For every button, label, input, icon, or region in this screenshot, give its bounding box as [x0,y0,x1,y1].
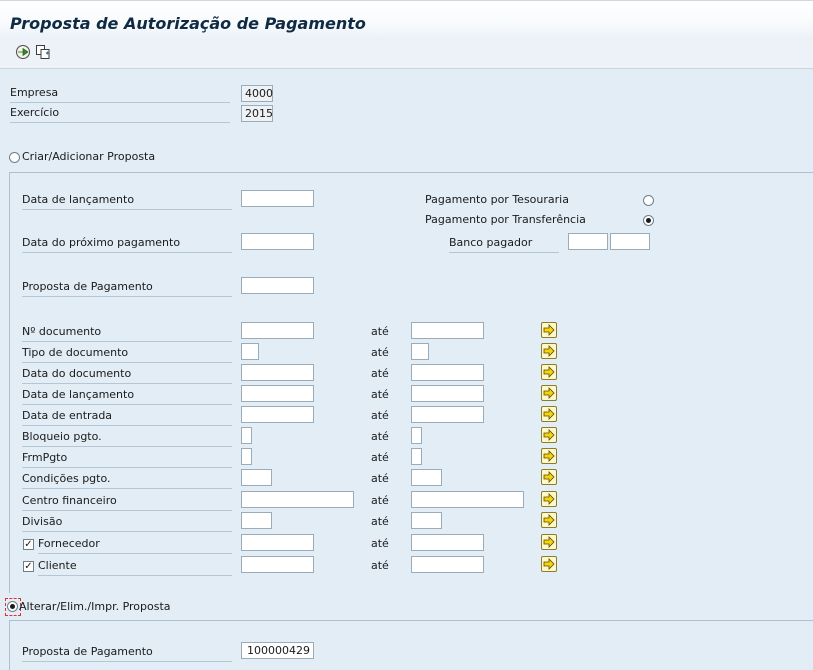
data-lancamento-label: Data de lançamento [22,193,232,210]
range-to-field[interactable] [411,406,484,423]
pag-tesouraria-radio[interactable] [643,195,654,206]
range-to-label: até [371,430,389,443]
multiple-selection-arrow-icon[interactable] [541,385,557,401]
multiple-selection-arrow-icon[interactable] [541,448,557,464]
range-to-field[interactable] [411,556,484,573]
pag-transferencia-label: Pagamento por Transferência [425,213,586,226]
range-from-field[interactable] [241,534,314,551]
multiple-selection-arrow-icon[interactable] [541,512,557,528]
range-to-label: até [371,559,389,572]
range-row-label: Data do documento [22,367,232,384]
range-row-label: Data de entrada [22,409,232,426]
range-row-label: Fornecedor [38,537,232,554]
empresa-field[interactable]: 4000 [241,85,273,102]
range-to-field[interactable] [411,385,484,402]
proposta-pag-2-label: Proposta de Pagamento [22,645,232,662]
range-from-field[interactable] [241,364,314,381]
proposta-pag-2-field[interactable]: 100000429 [241,642,314,659]
multiple-selection-arrow-icon[interactable] [541,491,557,507]
range-row-label: Nº documento [22,325,232,342]
range-to-label: até [371,346,389,359]
range-to-field[interactable] [411,534,484,551]
range-row-label: Condições pgto. [22,472,232,489]
proposta-pag-field[interactable] [241,277,314,294]
pag-transferencia-radio[interactable] [643,215,654,226]
empresa-label: Empresa [10,86,230,103]
banco-pagador-field-2[interactable] [610,233,650,250]
range-from-field[interactable] [241,491,354,508]
data-lancamento-field[interactable] [241,190,314,207]
range-from-field[interactable] [241,406,314,423]
range-row-label: Bloqueio pgto. [22,430,232,447]
range-to-field[interactable] [411,512,442,529]
range-to-label: até [371,409,389,422]
change-proposal-radio[interactable] [7,601,18,612]
range-row-checkbox[interactable]: ✓ [23,561,34,572]
change-proposal-label: Alterar/Elim./Impr. Proposta [19,600,171,613]
data-prox-pag-field[interactable] [241,233,314,250]
range-to-field[interactable] [411,364,484,381]
execute-icon[interactable] [15,44,33,62]
range-row-label: Cliente [38,559,232,576]
create-proposal-radio[interactable] [9,152,20,163]
range-to-field[interactable] [411,491,524,508]
range-row-checkbox[interactable]: ✓ [23,539,34,550]
range-to-field[interactable] [411,427,422,444]
multiple-selection-arrow-icon[interactable] [541,322,557,338]
banco-pagador-field-1[interactable] [568,233,608,250]
multiple-selection-arrow-icon[interactable] [541,364,557,380]
proposta-pag-label: Proposta de Pagamento [22,280,232,297]
range-to-label: até [371,494,389,507]
range-row-label: FrmPgto [22,451,232,468]
range-from-field[interactable] [241,556,314,573]
range-from-field[interactable] [241,469,272,486]
exercicio-label: Exercício [10,106,230,123]
range-to-label: até [371,388,389,401]
range-from-field[interactable] [241,427,252,444]
range-to-label: até [371,472,389,485]
range-row-label: Tipo de documento [22,346,232,363]
range-row-label: Divisão [22,515,232,532]
range-to-label: até [371,451,389,464]
range-to-label: até [371,367,389,380]
range-to-label: até [371,325,389,338]
range-to-field[interactable] [411,343,429,360]
range-from-field[interactable] [241,448,252,465]
range-from-field[interactable] [241,385,314,402]
multiple-selection-arrow-icon[interactable] [541,556,557,572]
range-to-field[interactable] [411,448,422,465]
range-from-field[interactable] [241,343,259,360]
copy-icon[interactable] [35,44,53,62]
range-from-field[interactable] [241,512,272,529]
range-to-field[interactable] [411,322,484,339]
multiple-selection-arrow-icon[interactable] [541,534,557,550]
application-toolbar [0,40,813,69]
multiple-selection-arrow-icon[interactable] [541,469,557,485]
range-to-field[interactable] [411,469,442,486]
banco-pagador-label: Banco pagador [449,236,559,253]
pag-tesouraria-label: Pagamento por Tesouraria [425,193,569,206]
exercicio-field[interactable]: 2015 [241,105,273,122]
page-title: Proposta de Autorização de Pagamento [10,14,366,33]
range-to-label: até [371,537,389,550]
multiple-selection-arrow-icon[interactable] [541,343,557,359]
multiple-selection-arrow-icon[interactable] [541,406,557,422]
range-row-label: Data de lançamento [22,388,232,405]
range-from-field[interactable] [241,322,314,339]
data-prox-pag-label: Data do próximo pagamento [22,236,232,253]
range-row-label: Centro financeiro [22,494,232,511]
multiple-selection-arrow-icon[interactable] [541,427,557,443]
create-proposal-label: Criar/Adicionar Proposta [22,150,156,163]
range-to-label: até [371,515,389,528]
